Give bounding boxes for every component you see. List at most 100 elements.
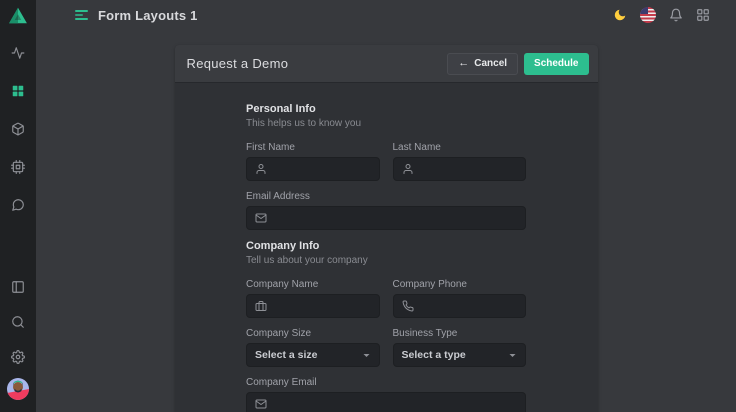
company-size-field: Company Size Select a size xyxy=(246,328,380,367)
chevron-down-icon xyxy=(508,351,517,360)
sidebar-item-grid[interactable] xyxy=(0,72,36,110)
person-icon xyxy=(402,163,414,175)
company-name-input[interactable] xyxy=(246,294,380,318)
menu-toggle-button[interactable] xyxy=(73,8,90,22)
sidebar-item-settings[interactable] xyxy=(0,339,36,374)
briefcase-icon xyxy=(255,300,267,312)
cube-icon xyxy=(11,122,25,136)
first-name-field: First Name xyxy=(246,142,380,181)
company-size-label: Company Size xyxy=(246,328,380,339)
company-email-text-input[interactable] xyxy=(273,398,517,410)
company-phone-label: Company Phone xyxy=(393,279,527,290)
app-grid-button[interactable] xyxy=(696,8,710,22)
menu-icon xyxy=(75,10,88,12)
cancel-button[interactable]: ← Cancel xyxy=(447,53,518,75)
first-name-input[interactable] xyxy=(246,157,380,181)
request-demo-card: Request a Demo ← Cancel Schedule xyxy=(175,45,598,412)
email-row: Email Address xyxy=(246,191,526,230)
email-icon xyxy=(255,212,267,224)
first-name-label: First Name xyxy=(246,142,380,153)
settings-gear-icon xyxy=(11,350,25,364)
last-name-field: Last Name xyxy=(393,142,527,181)
content-area: Request a Demo ← Cancel Schedule xyxy=(36,30,736,412)
sidebar-nav-bottom xyxy=(0,269,36,412)
company-email-row: Company Email xyxy=(246,377,526,412)
business-type-selected-value: Select a type xyxy=(402,349,466,361)
company-email-field: Company Email xyxy=(246,377,526,412)
search-icon xyxy=(11,315,25,329)
sidebar-item-cube[interactable] xyxy=(0,110,36,148)
section-subheading: This helps us to know you xyxy=(246,118,526,129)
email-input[interactable] xyxy=(246,206,526,230)
business-type-label: Business Type xyxy=(393,328,527,339)
language-selector-button[interactable] xyxy=(640,7,656,23)
first-name-text-input[interactable] xyxy=(273,163,371,175)
arrow-left-icon: ← xyxy=(458,58,469,69)
email-label: Email Address xyxy=(246,191,526,202)
schedule-button[interactable]: Schedule xyxy=(524,53,588,75)
sidebar-item-layout[interactable] xyxy=(0,269,36,304)
card-actions: ← Cancel Schedule xyxy=(447,53,588,75)
company-name-phone-row: Company Name Company Phone xyxy=(246,279,526,318)
cpu-icon xyxy=(11,160,25,174)
company-name-text-input[interactable] xyxy=(273,300,371,312)
demo-request-form: Personal Info This helps us to know you … xyxy=(246,103,526,412)
sidebar-item-cpu[interactable] xyxy=(0,148,36,186)
layout-sidebar-icon xyxy=(11,280,25,294)
activity-icon xyxy=(11,46,25,60)
bell-icon xyxy=(669,8,683,22)
company-size-select[interactable]: Select a size xyxy=(246,343,380,367)
header-actions xyxy=(613,7,710,23)
name-row: First Name Last Name xyxy=(246,142,526,181)
triangle-logo-icon xyxy=(8,7,28,24)
person-icon xyxy=(255,163,267,175)
cancel-button-label: Cancel xyxy=(474,58,507,69)
avatar-image xyxy=(7,378,29,400)
user-avatar[interactable] xyxy=(0,374,36,404)
company-name-label: Company Name xyxy=(246,279,380,290)
sidebar-item-activity[interactable] xyxy=(0,34,36,72)
us-flag-icon xyxy=(640,7,656,23)
company-phone-text-input[interactable] xyxy=(420,300,518,312)
size-type-row: Company Size Select a size Business Type xyxy=(246,328,526,367)
theme-toggle-button[interactable] xyxy=(613,8,627,22)
business-type-select[interactable]: Select a type xyxy=(393,343,527,367)
email-field: Email Address xyxy=(246,191,526,230)
company-email-label: Company Email xyxy=(246,377,526,388)
moon-icon xyxy=(613,8,627,22)
company-name-field: Company Name xyxy=(246,279,380,318)
last-name-label: Last Name xyxy=(393,142,527,153)
app-logo[interactable] xyxy=(0,0,36,30)
sidebar-item-search[interactable] xyxy=(0,304,36,339)
grid-icon xyxy=(11,84,25,98)
last-name-input[interactable] xyxy=(393,157,527,181)
section-personal-info: Personal Info This helps us to know you … xyxy=(246,103,526,230)
phone-icon xyxy=(402,300,414,312)
chat-icon xyxy=(11,198,25,212)
card-header: Request a Demo ← Cancel Schedule xyxy=(175,45,598,83)
sidebar xyxy=(0,0,36,412)
email-icon xyxy=(255,398,267,410)
section-company-info: Company Info Tell us about your company … xyxy=(246,240,526,412)
sidebar-item-chat[interactable] xyxy=(0,186,36,224)
app-grid-icon xyxy=(696,8,710,22)
main-column: Form Layouts 1 Request a Demo xyxy=(36,0,736,412)
chevron-down-icon xyxy=(362,351,371,360)
section-heading: Company Info xyxy=(246,240,526,252)
company-email-input[interactable] xyxy=(246,392,526,412)
card-title: Request a Demo xyxy=(187,56,289,71)
card-body: Personal Info This helps us to know you … xyxy=(175,83,598,412)
company-phone-input[interactable] xyxy=(393,294,527,318)
last-name-text-input[interactable] xyxy=(420,163,518,175)
company-phone-field: Company Phone xyxy=(393,279,527,318)
page-title: Form Layouts 1 xyxy=(98,8,198,23)
app-root: Form Layouts 1 Request a Demo xyxy=(0,0,736,412)
email-text-input[interactable] xyxy=(273,212,517,224)
sidebar-nav-top xyxy=(0,34,36,224)
notifications-button[interactable] xyxy=(669,8,683,22)
schedule-button-label: Schedule xyxy=(534,58,578,69)
top-header: Form Layouts 1 xyxy=(36,0,736,30)
section-heading: Personal Info xyxy=(246,103,526,115)
section-subheading: Tell us about your company xyxy=(246,255,526,266)
company-size-selected-value: Select a size xyxy=(255,349,317,361)
